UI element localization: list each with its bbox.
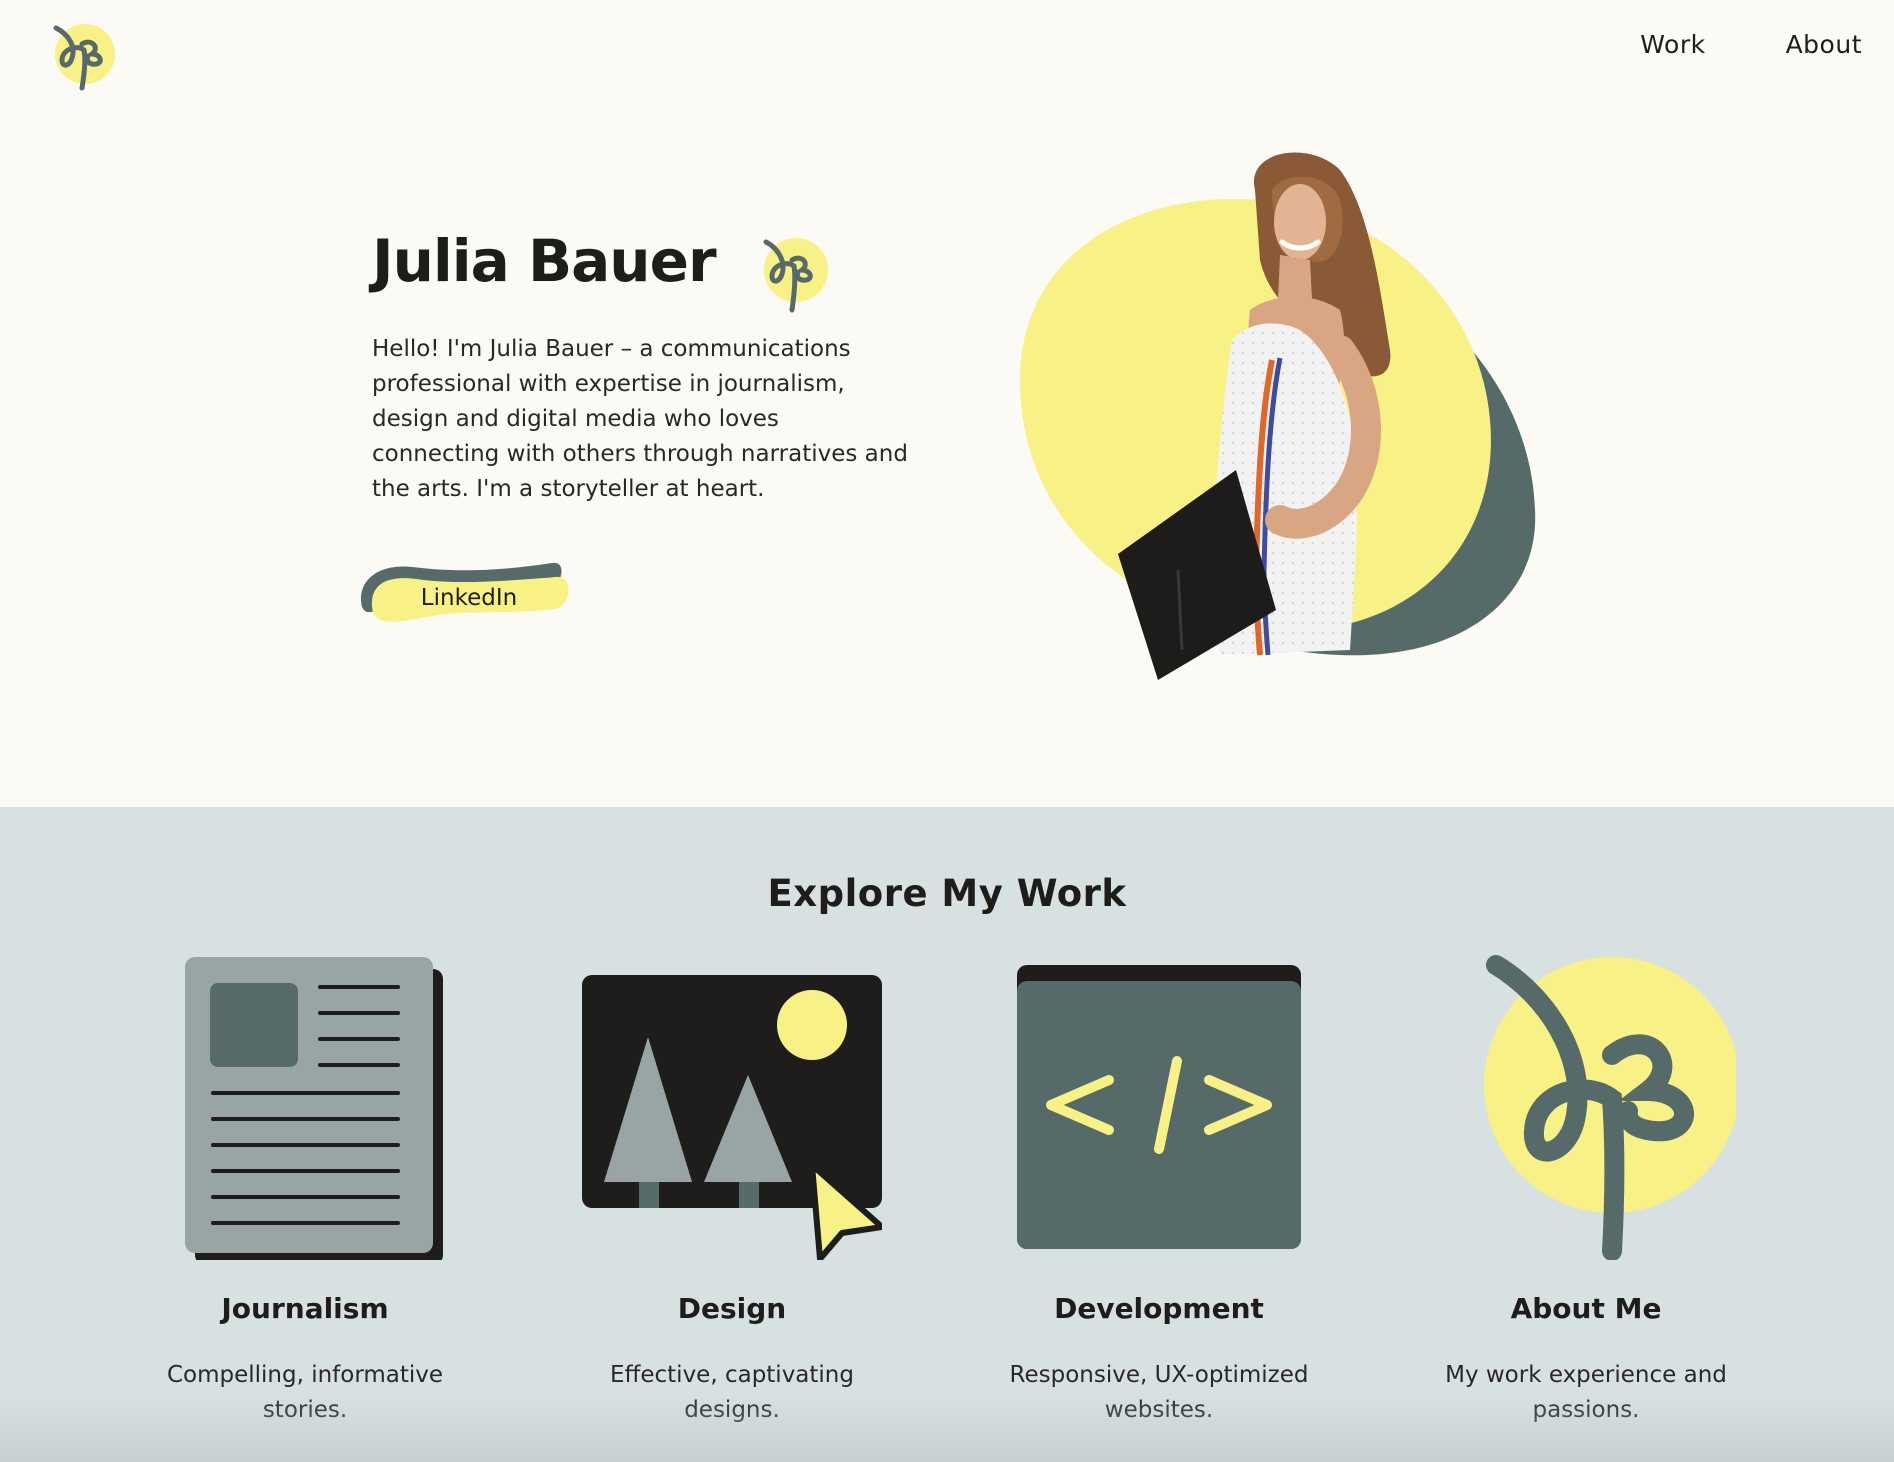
card-description: Responsive, UX-optimized websites. xyxy=(1009,1362,1309,1423)
card-title: Journalism xyxy=(221,1292,389,1325)
card-title: About Me xyxy=(1510,1292,1662,1325)
jb-monogram-icon xyxy=(1484,955,1736,1260)
hero-name: Julia Bauer xyxy=(372,227,717,295)
section-title: Explore My Work xyxy=(767,872,1127,915)
nav-about-link[interactable]: About xyxy=(1786,30,1862,59)
code-window-icon xyxy=(1017,965,1301,1249)
newspaper-icon xyxy=(185,957,443,1260)
card-title: Development xyxy=(1054,1292,1264,1325)
image-cursor-icon xyxy=(582,975,882,1260)
top-bar: Work About xyxy=(0,0,1894,110)
nav-work-link[interactable]: Work xyxy=(1640,30,1705,59)
explore-work-section: Explore My Work Journalism Compelling, i… xyxy=(0,807,1894,1462)
card-about-me[interactable]: About Me My work experience and passions… xyxy=(1396,955,1776,1423)
home-logo[interactable] xyxy=(50,20,116,94)
linkedin-button[interactable]: LinkedIn xyxy=(356,545,572,637)
card-icon xyxy=(155,955,455,1260)
card-description: Compelling, informative stories. xyxy=(166,1362,444,1423)
card-design[interactable]: Design Effective, captivating designs. xyxy=(542,955,922,1423)
hero-bio: Hello! I'm Julia Bauer – a communication… xyxy=(372,336,908,502)
hero-text: Julia Bauer Hello! I'm Julia Bauer – a c… xyxy=(372,232,932,507)
portrait-graduation-photo xyxy=(1020,152,1536,680)
card-journalism[interactable]: Journalism Compelling, informative stori… xyxy=(115,955,495,1423)
jb-monogram-icon xyxy=(763,238,828,313)
main-nav: Work About xyxy=(1640,30,1862,59)
card-description: Effective, captivating designs. xyxy=(609,1362,854,1423)
jb-monogram-icon xyxy=(53,24,115,91)
card-title: Design xyxy=(677,1292,787,1325)
card-icon xyxy=(1009,955,1309,1260)
card-icon xyxy=(1436,955,1736,1260)
card-icon xyxy=(582,955,882,1260)
card-development[interactable]: Development Responsive, UX-optimized web… xyxy=(969,955,1349,1423)
card-description: My work experience and passions. xyxy=(1445,1362,1727,1423)
hero-portrait xyxy=(1010,150,1550,690)
linkedin-label: LinkedIn xyxy=(420,585,518,611)
